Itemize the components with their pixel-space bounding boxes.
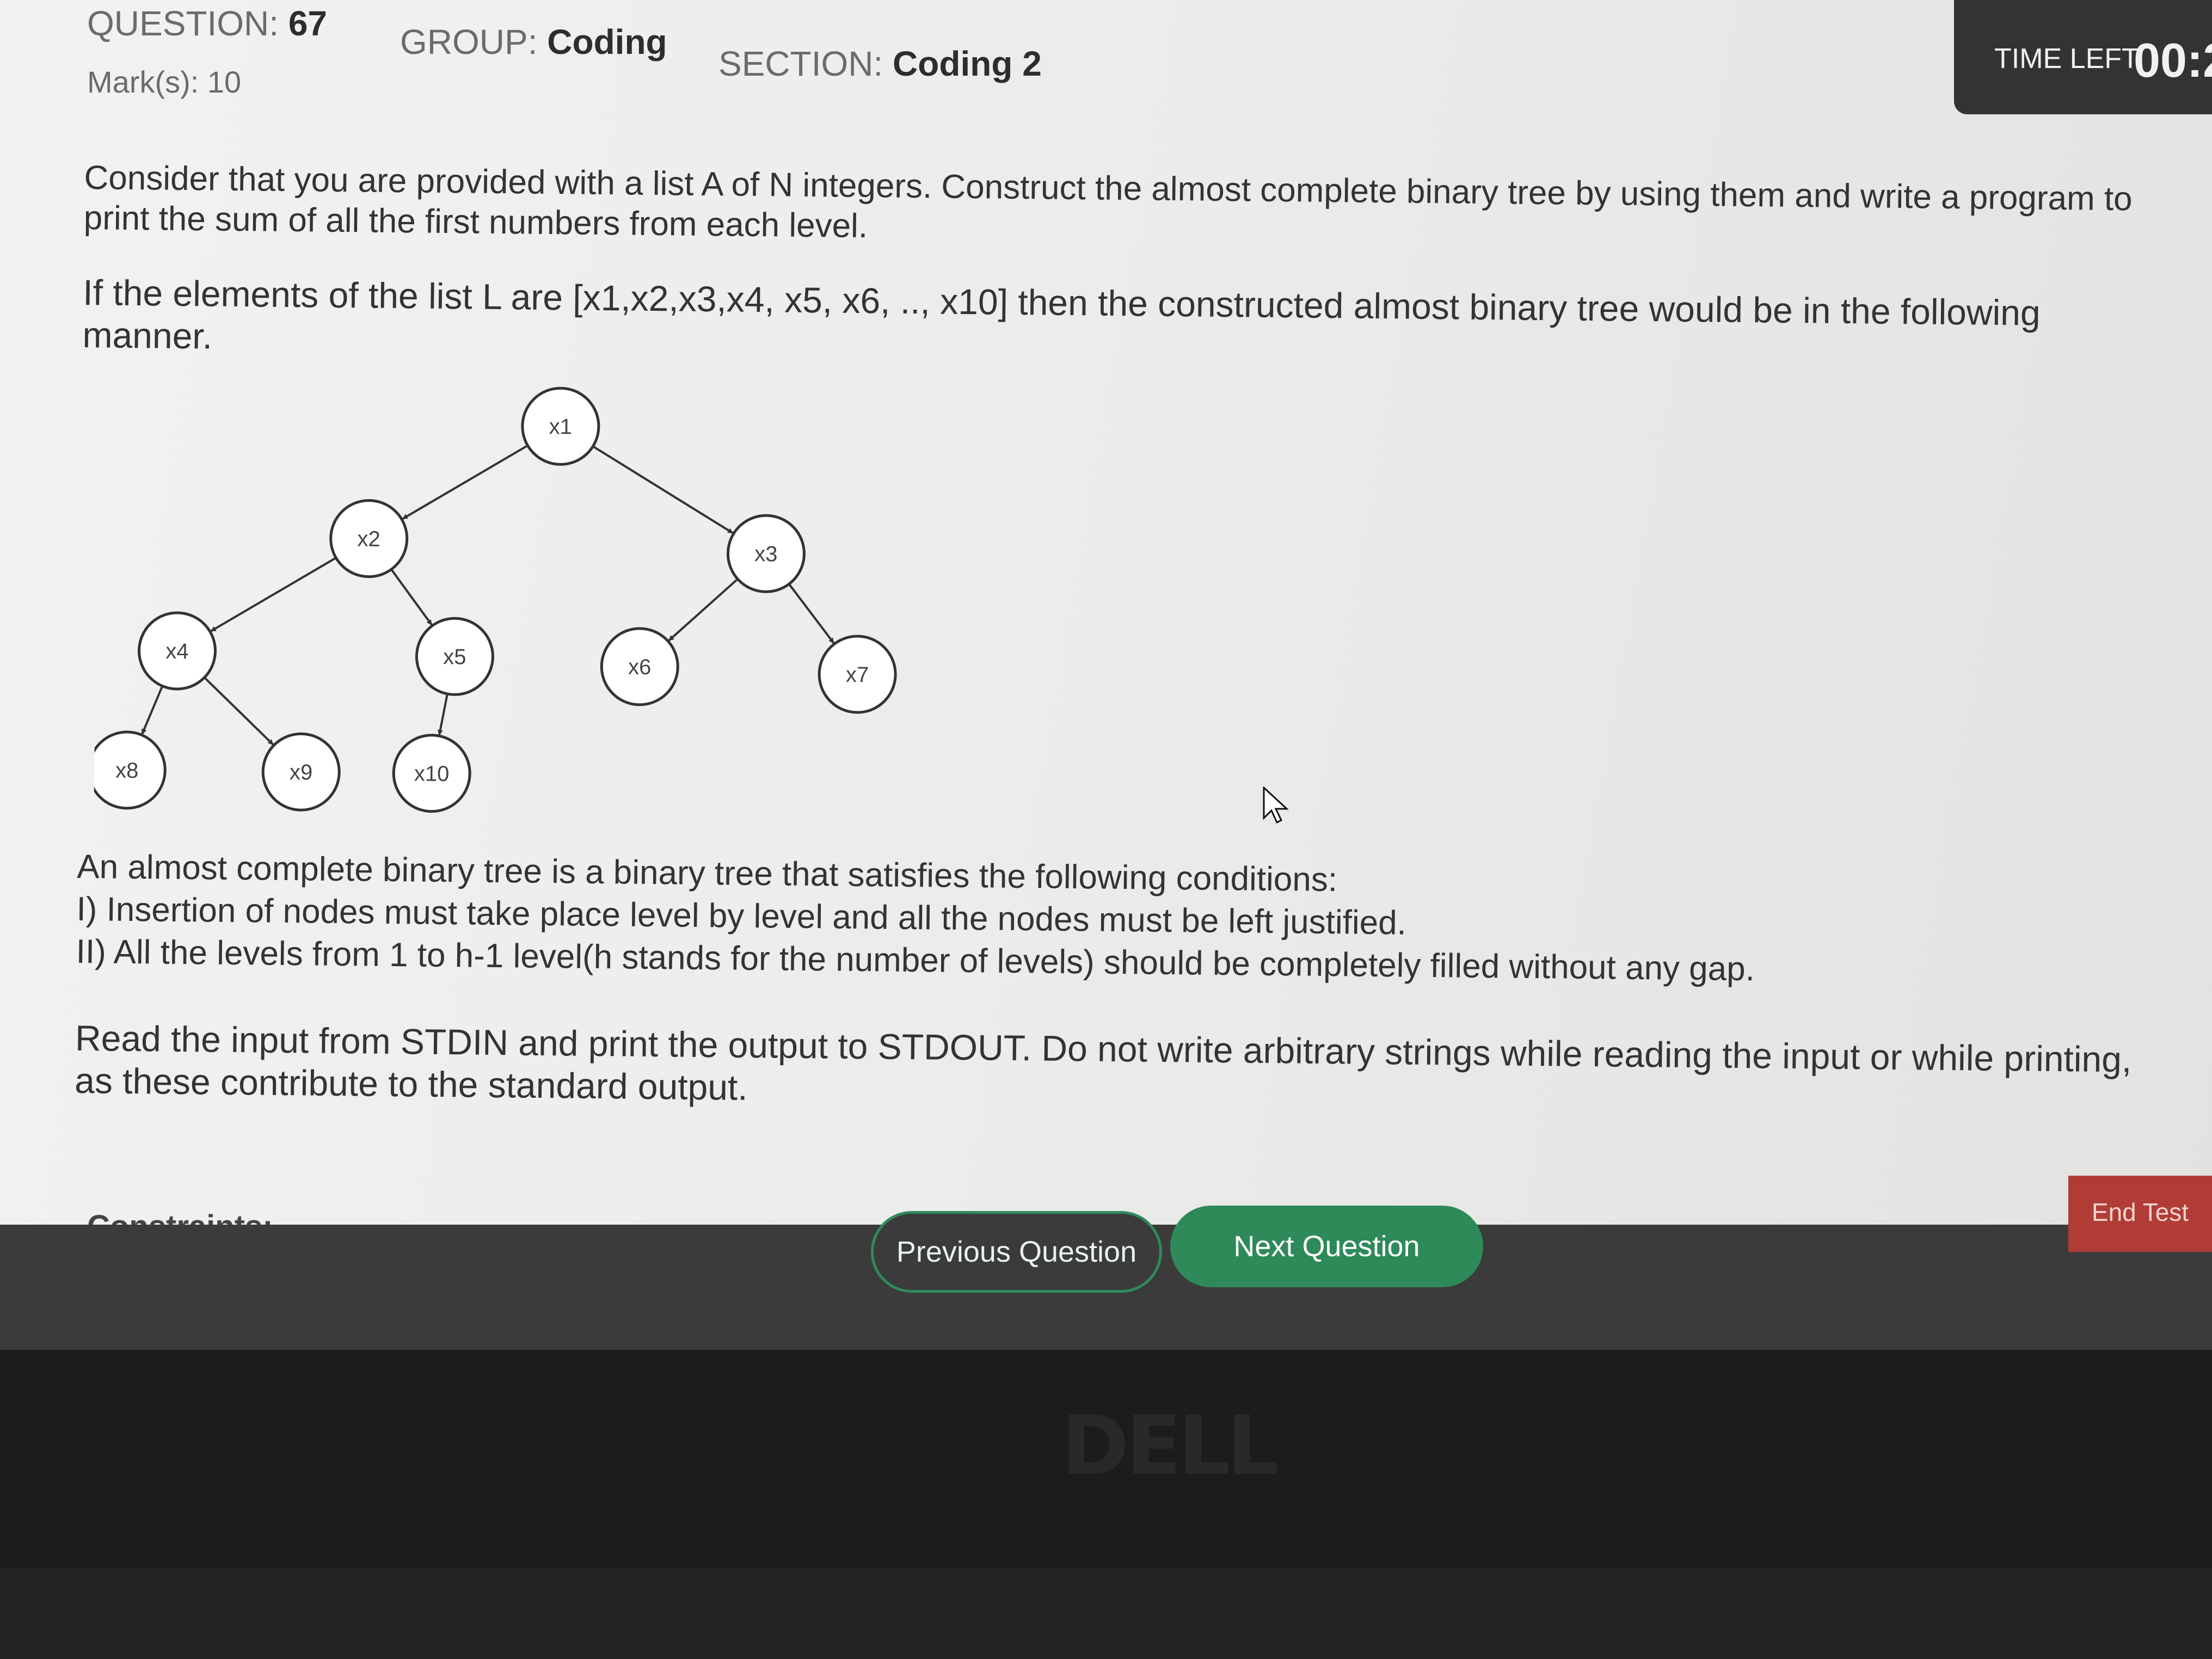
marks-info: Mark(s): 10	[87, 64, 241, 100]
question-header: QUESTION: 67 GROUP: Coding SECTION: Codi…	[0, 0, 2212, 99]
previous-question-button[interactable]: Previous Question	[871, 1211, 1162, 1293]
tree-node-x9: x9	[261, 732, 341, 812]
marks-value: 10	[207, 65, 242, 99]
tree-edge	[788, 583, 835, 644]
group-label: GROUP:	[400, 22, 538, 62]
section-info: SECTION: Coding 2	[718, 44, 1042, 84]
tree-nodes: x1 x2 x3 x4 x5 x6 x7 x8 x9 x10	[94, 386, 897, 813]
tree-edge	[437, 693, 448, 736]
tree-node-label: x6	[628, 655, 652, 679]
question-number: QUESTION: 67	[87, 3, 327, 44]
question-intro: Consider that you are provided with a li…	[83, 158, 2133, 245]
section-label: SECTION:	[718, 44, 883, 83]
tree-node-label: x1	[549, 415, 573, 439]
question-number-value: 67	[288, 4, 327, 43]
tree-edge	[402, 444, 529, 520]
time-left-label: TIME LEFT:	[1994, 43, 2144, 75]
mouse-cursor-icon	[1263, 787, 1289, 824]
question-label: QUESTION:	[87, 4, 279, 43]
tree-edge	[141, 685, 164, 735]
question-body: Consider that you are provided with a li…	[74, 158, 2174, 1156]
question-example: If the elements of the list L are [x1,x2…	[82, 272, 2041, 357]
tree-node-label: x7	[846, 663, 869, 687]
tree-node-label: x2	[357, 527, 380, 551]
tree-node-label: x10	[414, 761, 450, 786]
tree-node-x8: x8	[94, 730, 167, 810]
laptop-keyboard-edge	[0, 1568, 2212, 1659]
time-left-value: 00:2	[2134, 33, 2212, 87]
next-question-button[interactable]: Next Question	[1170, 1206, 1483, 1287]
tree-node-x5: x5	[415, 617, 494, 696]
tree-node-label: x5	[443, 645, 466, 669]
tree-node-label: x3	[754, 542, 778, 566]
tree-node-x3: x3	[726, 514, 806, 593]
binary-tree-diagram: x1 x2 x3 x4 x5 x6 x7 x8 x9 x10	[94, 386, 897, 813]
tree-edge	[592, 445, 734, 534]
marks-label: Mark(s):	[87, 65, 199, 99]
tree-edge	[204, 677, 274, 746]
io-instructions: Read the input from STDIN and print the …	[74, 1017, 2132, 1108]
tree-node-x1: x1	[521, 386, 600, 466]
end-test-button[interactable]: End Test	[2068, 1176, 2212, 1252]
tree-node-x7: x7	[818, 635, 897, 714]
group-info: GROUP: Coding	[400, 22, 667, 62]
time-left-timer: TIME LEFT: 00:2	[1954, 0, 2212, 114]
conditions-block: An almost complete binary tree is a bina…	[76, 846, 2167, 995]
exam-screen: QUESTION: 67 GROUP: Coding SECTION: Codi…	[0, 0, 2212, 1350]
tree-node-x6: x6	[600, 627, 679, 706]
section-value: Coding 2	[893, 44, 1042, 83]
tree-node-label: x8	[115, 759, 139, 783]
tree-edges	[141, 444, 835, 746]
tree-edge	[390, 568, 433, 626]
dell-logo: DELL	[1061, 1399, 1279, 1494]
tree-node-label: x9	[290, 760, 313, 784]
group-value: Coding	[547, 22, 667, 62]
tree-edge	[668, 578, 739, 642]
tree-node-label: x4	[165, 640, 189, 663]
tree-node-x2: x2	[329, 499, 409, 579]
tree-edge	[210, 557, 337, 632]
tree-node-x10: x10	[392, 734, 471, 813]
tree-node-x4: x4	[138, 611, 217, 691]
